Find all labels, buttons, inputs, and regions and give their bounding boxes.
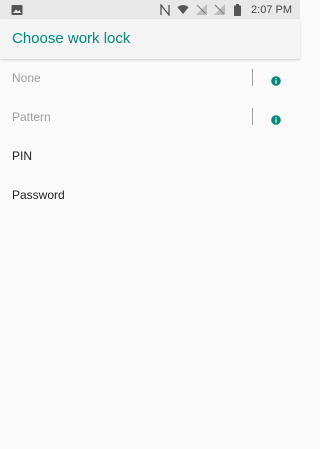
status-clock: 2:07 PM <box>251 3 292 16</box>
option-label: Pattern <box>12 110 51 124</box>
battery-icon <box>231 3 243 16</box>
signal-icon <box>195 4 207 16</box>
divider <box>252 108 253 125</box>
lock-options-list: None Pattern PIN Password <box>0 59 300 215</box>
option-label: None <box>12 71 41 85</box>
info-icon[interactable] <box>271 112 281 125</box>
option-pattern[interactable]: Pattern <box>0 98 300 137</box>
info-icon[interactable] <box>271 73 281 86</box>
image-icon <box>11 3 23 15</box>
option-pin[interactable]: PIN <box>0 137 300 176</box>
divider <box>252 69 253 86</box>
option-none[interactable]: None <box>0 59 300 98</box>
option-label: PIN <box>12 149 33 163</box>
app-bar: Choose work lock <box>0 19 300 59</box>
page-title: Choose work lock <box>12 30 131 47</box>
nfc-icon <box>159 3 171 16</box>
status-icons: 2:07 PM <box>159 0 292 19</box>
signal-icon <box>213 4 225 16</box>
option-label: Password <box>12 188 65 202</box>
wifi-icon <box>177 4 189 16</box>
option-password[interactable]: Password <box>0 176 300 215</box>
status-bar: 2:07 PM <box>0 0 300 19</box>
